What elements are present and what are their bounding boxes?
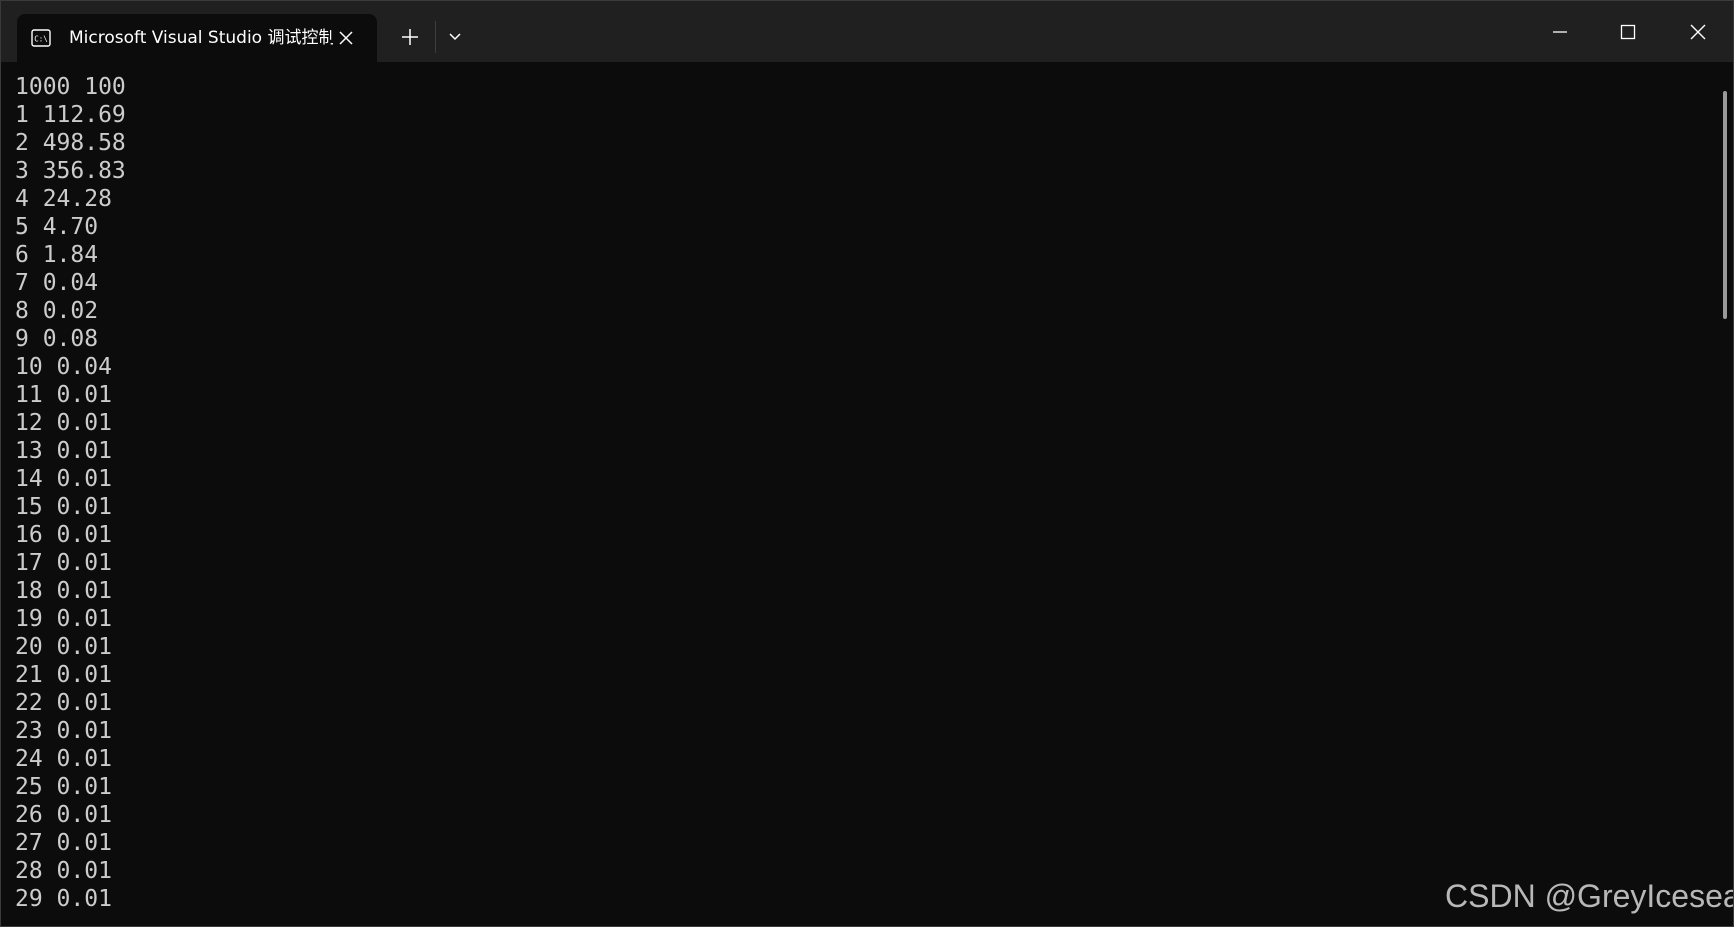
close-icon[interactable] [335,27,357,49]
terminal-line: 13 0.01 [15,438,112,464]
terminal-line: 14 0.01 [15,466,112,492]
console-icon: C:\ [31,29,51,47]
terminal-line: 24 0.01 [15,746,112,772]
terminal-line: 6 1.84 [15,242,99,268]
close-icon[interactable] [1685,19,1711,45]
watermark: CSDN @GreyIcesea [1445,878,1734,914]
terminal-window: C:\ Microsoft Visual Studio 调试控制台 1000 1… [0,0,1734,927]
terminal-line: 17 0.01 [15,550,112,576]
terminal-line: 9 0.08 [15,326,99,352]
terminal-line: 4 24.28 [15,186,112,212]
terminal-line: 22 0.01 [15,690,112,716]
terminal-line: 20 0.01 [15,634,112,660]
terminal-line: 3 356.83 [15,158,126,184]
terminal-line: 11 0.01 [15,382,112,408]
terminal-line: 21 0.01 [15,662,112,688]
title-bar: C:\ Microsoft Visual Studio 调试控制台 [1,1,1733,62]
terminal-line: 25 0.01 [15,774,112,800]
terminal-line: 27 0.01 [15,830,112,856]
terminal-line: 8 0.02 [15,298,99,324]
plus-icon[interactable] [399,26,421,48]
terminal-line: 26 0.01 [15,802,112,828]
terminal-line: 2 498.58 [15,130,126,156]
tab-separator [435,21,436,53]
terminal-line: 23 0.01 [15,718,112,744]
terminal-line: 10 0.04 [15,354,112,380]
scrollbar[interactable] [1723,91,1727,319]
terminal-line: 7 0.04 [15,270,99,296]
terminal-line: 5 4.70 [15,214,99,240]
tab-debug-console[interactable]: C:\ Microsoft Visual Studio 调试控制台 [17,14,377,62]
chevron-down-icon[interactable] [445,28,465,46]
svg-text:C:\: C:\ [34,35,48,44]
terminal-line: 1 112.69 [15,102,126,128]
terminal-line: 19 0.01 [15,606,112,632]
terminal-line: 16 0.01 [15,522,112,548]
maximize-icon[interactable] [1615,19,1641,45]
minimize-icon[interactable] [1547,19,1573,45]
terminal-line: 12 0.01 [15,410,112,436]
tab-title: Microsoft Visual Studio 调试控制台 [69,28,333,48]
terminal-line: 15 0.01 [15,494,112,520]
terminal-line: 18 0.01 [15,578,112,604]
terminal-output[interactable]: 1000 100 1 112.69 2 498.58 3 356.83 4 24… [15,73,1705,925]
terminal-line: 1000 100 [15,74,126,100]
